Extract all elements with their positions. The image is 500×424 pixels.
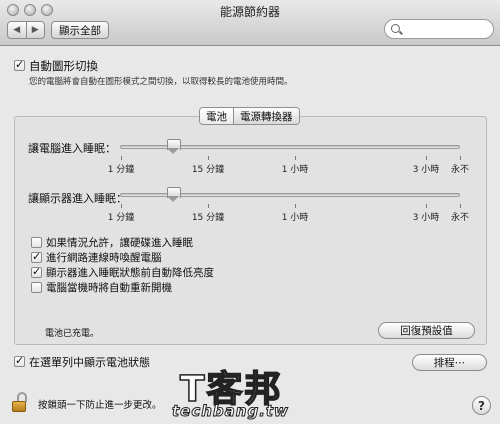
wake-network-checkbox[interactable] — [31, 250, 42, 263]
slider-tick-label: 1 分鐘 — [107, 165, 135, 175]
nav-back-forward: ◀ ▶ — [7, 21, 45, 39]
slider-tick-label: 15 分鐘 — [191, 165, 225, 175]
lock-icon[interactable] — [11, 392, 29, 414]
watermark-url: techbang.tw — [172, 402, 289, 421]
slider-tick-label: 永不 — [450, 165, 470, 175]
slider-tick — [426, 156, 427, 160]
slider-tick-label: 1 小時 — [281, 213, 309, 223]
slider-tick — [426, 204, 427, 208]
lock-text: 按鎖頭一下防止進一步更改。 — [38, 400, 162, 411]
hard-disk-sleep-checkbox[interactable] — [31, 237, 42, 248]
window-titlebar: 能源節約器 ◀ ▶ 顯示全部 — [0, 0, 500, 46]
slider-tick — [208, 156, 209, 160]
slider-tick-label: 永不 — [450, 213, 470, 223]
watermark-logo: T客邦 techbang.tw — [172, 360, 332, 422]
display-sleep-label: 讓顯示器進入睡眠： — [28, 192, 127, 205]
dim-display-checkbox[interactable] — [31, 265, 42, 278]
tab-battery[interactable]: 電池 — [200, 108, 233, 124]
slider-tick-label: 1 小時 — [281, 165, 309, 175]
dim-display-label: 顯示器進入睡眠狀態前自動降低亮度 — [46, 267, 214, 279]
hard-disk-sleep-label: 如果情況允許，讓硬碟進入睡眠 — [46, 237, 193, 249]
slider-tick — [208, 204, 209, 208]
slider-tick — [295, 156, 296, 160]
restart-on-freeze-checkbox[interactable] — [31, 282, 42, 293]
slider-tick-label: 1 分鐘 — [107, 213, 135, 223]
auto-graphics-switch-checkbox[interactable] — [14, 58, 25, 71]
slider-tick — [121, 204, 122, 208]
auto-graphics-switch-label: 自動圖形切換 — [29, 59, 98, 73]
slider-tick — [460, 204, 461, 208]
wake-network-label: 進行網路連線時喚醒電腦 — [46, 252, 162, 264]
slider-tick-label: 3 小時 — [412, 165, 440, 175]
slider-thumb[interactable] — [166, 139, 181, 154]
window-title: 能源節約器 — [219, 5, 280, 19]
slider-thumb[interactable] — [166, 187, 181, 202]
show-all-button[interactable]: 顯示全部 — [51, 21, 109, 39]
search-field[interactable] — [384, 19, 494, 39]
computer-sleep-label: 讓電腦進入睡眠： — [28, 142, 116, 155]
schedule-button[interactable]: 排程⋯ — [412, 354, 487, 371]
menu-bar-battery-checkbox[interactable] — [14, 354, 25, 367]
forward-arrow-icon[interactable]: ▶ — [25, 22, 45, 38]
slider-tick — [460, 156, 461, 160]
battery-status-text: 電池已充電。 — [45, 329, 100, 339]
power-source-tabs: 電池 電源轉換器 — [199, 107, 300, 125]
back-arrow-icon[interactable]: ◀ — [8, 22, 26, 38]
help-button[interactable]: ? — [472, 396, 491, 415]
restore-defaults-button[interactable]: 回復預設值 — [378, 322, 475, 339]
slider-tick — [295, 204, 296, 208]
menu-bar-battery-label: 在選單列中顯示電池狀態 — [29, 356, 150, 369]
slider-tick-label: 15 分鐘 — [191, 213, 225, 223]
restart-on-freeze-label: 電腦當機時將自動重新開機 — [46, 282, 172, 294]
slider-tick-label: 3 小時 — [412, 213, 440, 223]
tab-power-adapter[interactable]: 電源轉換器 — [233, 108, 299, 124]
auto-graphics-switch-description: 您的電腦將會自動在圖形模式之間切換，以取得較長的電池使用時間。 — [29, 77, 293, 87]
slider-tick — [121, 156, 122, 160]
